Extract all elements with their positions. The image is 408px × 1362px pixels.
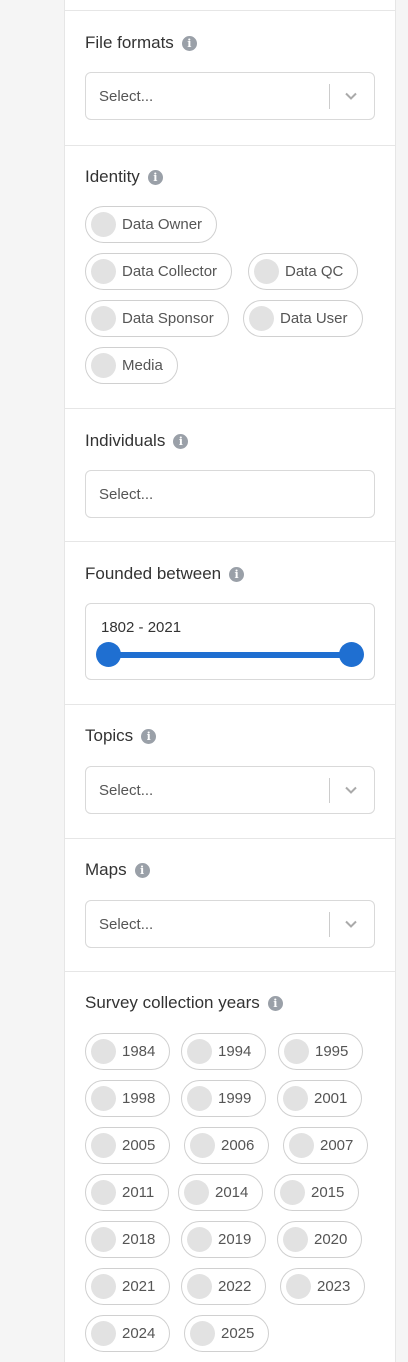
radio-dot [91, 259, 116, 284]
info-icon[interactable]: i [267, 995, 283, 1011]
maps-title: Maps i [85, 860, 150, 880]
identity-chip[interactable]: Data QC [248, 253, 359, 290]
year-chip[interactable]: 2022 [181, 1268, 267, 1305]
founded-between-section: Founded between i 1802 - 2021 [65, 541, 395, 705]
year-chip[interactable]: 1999 [181, 1080, 267, 1117]
individuals-section: Individuals i Select... [65, 408, 395, 542]
radio-dot [91, 1086, 116, 1111]
info-icon[interactable]: i [173, 433, 189, 449]
radio-dot [91, 1274, 116, 1299]
slider-max-handle[interactable] [339, 642, 364, 667]
info-icon[interactable]: i [229, 566, 245, 582]
chevron-down-icon[interactable] [344, 89, 358, 103]
year-chip[interactable]: 2019 [181, 1221, 267, 1258]
radio-dot [91, 1227, 116, 1252]
select-divider [329, 84, 330, 109]
year-chip[interactable]: 1994 [181, 1033, 267, 1070]
year-chip[interactable]: 2015 [274, 1174, 360, 1211]
year-chip[interactable]: 2020 [277, 1221, 363, 1258]
radio-dot [91, 1133, 116, 1158]
select-placeholder: Select... [99, 88, 154, 105]
file-formats-select[interactable]: Select... [85, 72, 375, 120]
year-chip[interactable]: 2018 [85, 1221, 171, 1258]
year-chip[interactable]: 2014 [178, 1174, 264, 1211]
survey-years-title: Survey collection years i [85, 993, 283, 1013]
select-divider [329, 912, 330, 937]
topics-select[interactable]: Select... [85, 766, 375, 814]
year-chip[interactable]: 2025 [184, 1315, 270, 1352]
radio-dot [184, 1180, 209, 1205]
year-chip[interactable]: 2006 [184, 1127, 270, 1164]
radio-dot [91, 353, 116, 378]
maps-select[interactable]: Select... [85, 900, 375, 948]
identity-chip[interactable]: Data Sponsor [85, 300, 229, 337]
chevron-down-icon[interactable] [344, 917, 358, 931]
range-readout: 1802 - 2021 [101, 619, 182, 636]
identity-chip[interactable]: Data Owner [85, 206, 218, 243]
identity-chip[interactable]: Data Collector [85, 253, 233, 290]
select-placeholder: Select... [99, 486, 154, 503]
info-icon[interactable]: i [147, 169, 163, 185]
year-chip[interactable]: 2021 [85, 1268, 171, 1305]
radio-dot [91, 1180, 116, 1205]
year-chip[interactable]: 1984 [85, 1033, 171, 1070]
radio-dot [190, 1133, 215, 1158]
file-formats-section: File formats i Select... [65, 10, 395, 145]
radio-dot [284, 1039, 309, 1064]
year-chip[interactable]: 2001 [277, 1080, 363, 1117]
radio-dot [249, 306, 274, 331]
founded-between-title: Founded between i [85, 564, 245, 584]
info-icon[interactable]: i [181, 35, 197, 51]
year-chip[interactable]: 2005 [85, 1127, 171, 1164]
maps-section: Maps i Select... [65, 838, 395, 972]
radio-dot [187, 1086, 212, 1111]
radio-dot [91, 1039, 116, 1064]
year-chip[interactable]: 2007 [283, 1127, 369, 1164]
topics-section: Topics i Select... [65, 704, 395, 839]
radio-dot [190, 1321, 215, 1346]
slider-min-handle[interactable] [96, 642, 121, 667]
year-chip[interactable]: 2023 [280, 1268, 366, 1305]
radio-dot [289, 1133, 314, 1158]
identity-chip[interactable]: Data User [243, 300, 363, 337]
year-chip[interactable]: 2011 [85, 1174, 170, 1211]
year-chip[interactable]: 1998 [85, 1080, 171, 1117]
filter-panel: File formats i Select... Identity i Data… [64, 0, 396, 1362]
radio-dot [286, 1274, 311, 1299]
identity-chip[interactable]: Media [85, 347, 178, 384]
identity-section: Identity i Data Owner Data Collector Dat… [65, 145, 395, 409]
radio-dot [187, 1039, 212, 1064]
radio-dot [187, 1227, 212, 1252]
radio-dot [91, 1321, 116, 1346]
select-divider [329, 778, 330, 803]
radio-dot [254, 259, 279, 284]
year-chip[interactable]: 2024 [85, 1315, 171, 1352]
slider-track[interactable] [109, 652, 353, 658]
info-icon[interactable]: i [141, 728, 157, 744]
topics-title: Topics i [85, 726, 157, 746]
radio-dot [283, 1227, 308, 1252]
founded-range-slider: 1802 - 2021 [85, 603, 375, 680]
file-formats-title: File formats i [85, 33, 197, 53]
chevron-down-icon[interactable] [344, 783, 358, 797]
radio-dot [187, 1274, 212, 1299]
radio-dot [91, 212, 116, 237]
info-icon[interactable]: i [134, 862, 150, 878]
radio-dot [280, 1180, 305, 1205]
identity-title: Identity i [85, 167, 163, 187]
select-placeholder: Select... [99, 916, 154, 933]
survey-years-section: Survey collection years i 1984 1994 1995… [65, 971, 395, 1362]
radio-dot [91, 306, 116, 331]
year-chip[interactable]: 1995 [278, 1033, 364, 1070]
individuals-input[interactable]: Select... [85, 470, 375, 518]
select-placeholder: Select... [99, 782, 154, 799]
radio-dot [283, 1086, 308, 1111]
individuals-title: Individuals i [85, 431, 189, 451]
